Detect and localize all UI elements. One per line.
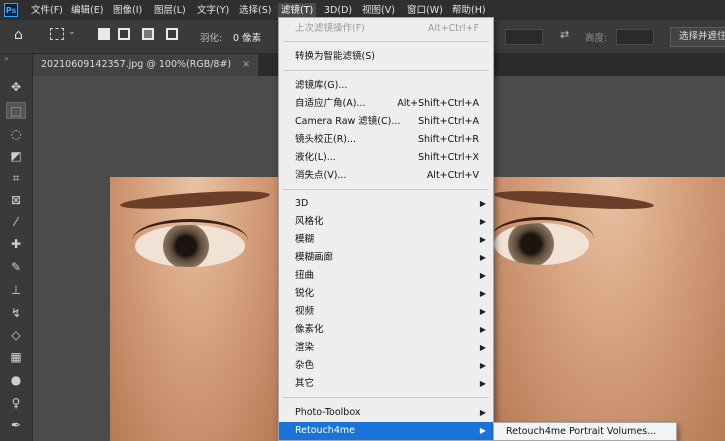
eyedropper-tool-icon[interactable]: ⁄ [6, 214, 26, 231]
submenu-arrow-icon: ▶ [479, 408, 486, 417]
menu-separator [283, 397, 489, 398]
menu-item-render[interactable]: 渲染 ▶ [279, 339, 493, 357]
quick-select-tool-icon[interactable]: ◩ [6, 148, 26, 165]
submenu-arrow-icon: ▶ [479, 199, 486, 208]
frame-tool-icon[interactable]: ⊠ [6, 192, 26, 209]
new-selection-icon[interactable] [98, 28, 110, 40]
menu-layer[interactable]: 图层(L) [151, 3, 189, 18]
close-tab-icon[interactable]: × [242, 59, 250, 70]
brush-tool-icon[interactable]: ✎ [6, 259, 26, 276]
menu-item-other[interactable]: 其它 ▶ [279, 375, 493, 393]
menu-separator [283, 41, 489, 42]
stamp-tool-icon[interactable]: ⊥ [6, 282, 26, 299]
history-brush-tool-icon[interactable]: ↯ [6, 305, 26, 322]
tools-panel: » ✥ ⬚ ◌ ◩ ⌗ ⊠ ⁄ ✚ ✎ ⊥ ↯ ◇ ▦ ● ♀ ✒ [0, 54, 33, 441]
menu-edit[interactable]: 编辑(E) [68, 3, 106, 18]
menu-item-blur-gallery[interactable]: 模糊画廊 ▶ [279, 249, 493, 267]
menu-window[interactable]: 窗口(W) [404, 3, 446, 18]
menu-item-last-filter[interactable]: 上次滤镜操作(F) Alt+Ctrl+F [279, 20, 493, 38]
chevron-down-icon[interactable]: ⌄ [68, 27, 76, 37]
pen-tool-icon[interactable]: ✒ [6, 417, 26, 434]
dodge-tool-icon[interactable]: ♀ [6, 395, 26, 412]
submenu-arrow-icon: ▶ [479, 325, 486, 334]
menu-item-blur[interactable]: 模糊 ▶ [279, 231, 493, 249]
menu-item-adaptive-wide-angle[interactable]: 自适应广角(A)... Alt+Shift+Ctrl+A [279, 95, 493, 113]
home-icon[interactable]: ⌂ [14, 27, 23, 43]
menu-item-lens-correction[interactable]: 镜头校正(R)... Shift+Ctrl+R [279, 131, 493, 149]
menu-item-stylize[interactable]: 风格化 ▶ [279, 213, 493, 231]
menu-select[interactable]: 选择(S) [236, 3, 274, 18]
menu-item-video[interactable]: 视频 ▶ [279, 303, 493, 321]
swap-icon[interactable]: ⇄ [560, 28, 569, 41]
menu-item-filter-gallery[interactable]: 滤镜库(G)... [279, 77, 493, 95]
submenu-arrow-icon: ▶ [479, 379, 486, 388]
menu-item-camera-raw-filter[interactable]: Camera Raw 滤镜(C)... Shift+Ctrl+A [279, 113, 493, 131]
menu-item-portrait-volumes[interactable]: Retouch4me Portrait Volumes... [506, 423, 656, 440]
feather-label: 羽化: [200, 33, 223, 44]
submenu-arrow-icon: ▶ [479, 289, 486, 298]
menu-item-distort[interactable]: 扭曲 ▶ [279, 267, 493, 285]
add-selection-icon[interactable] [118, 28, 130, 40]
photo-left-half [110, 177, 280, 441]
collapse-icon[interactable]: » [4, 54, 9, 63]
menu-filter[interactable]: 滤镜(T) [278, 3, 317, 18]
menu-item-liquify[interactable]: 液化(L)... Shift+Ctrl+X [279, 149, 493, 167]
submenu-arrow-icon: ▶ [479, 343, 486, 352]
intersect-selection-icon[interactable] [166, 28, 178, 40]
menu-item-3d[interactable]: 3D ▶ [279, 195, 493, 213]
height-label: 高度: [585, 33, 608, 44]
menu-item-photo-toolbox[interactable]: Photo-Toolbox ▶ [279, 404, 493, 422]
lasso-tool-icon[interactable]: ◌ [6, 126, 26, 143]
filter-menu: 上次滤镜操作(F) Alt+Ctrl+F 转换为智能滤镜(S) 滤镜库(G)..… [278, 17, 494, 441]
document-tab[interactable]: 20210609142357.jpg @ 100%(RGB/8#) × [33, 54, 259, 76]
select-and-mask-button[interactable]: 选择并遮住... [670, 27, 725, 47]
menu-item-pixelate[interactable]: 像素化 ▶ [279, 321, 493, 339]
menu-item-sharpen[interactable]: 锐化 ▶ [279, 285, 493, 303]
marquee-tool-icon[interactable]: ⬚ [6, 102, 26, 119]
feather-input[interactable]: 0 像素 [233, 30, 261, 44]
submenu-arrow-icon: ▶ [479, 426, 486, 435]
document-tab-title: 20210609142357.jpg @ 100%(RGB/8#) [41, 59, 232, 70]
menu-item-vanishing-point[interactable]: 消失点(V)... Alt+Ctrl+V [279, 167, 493, 185]
marquee-preset-icon[interactable] [50, 28, 64, 40]
subtract-selection-icon[interactable] [142, 28, 154, 40]
gradient-tool-icon[interactable]: ▦ [6, 349, 26, 366]
menu-item-retouch4me[interactable]: Retouch4me ▶ [279, 422, 493, 440]
retouch4me-submenu: Retouch4me Portrait Volumes... [493, 422, 677, 441]
menu-image[interactable]: 图像(I) [110, 3, 145, 18]
eraser-tool-icon[interactable]: ◇ [6, 327, 26, 344]
menu-3d[interactable]: 3D(D) [321, 3, 355, 18]
submenu-arrow-icon: ▶ [479, 271, 486, 280]
menu-help[interactable]: 帮助(H) [449, 3, 489, 18]
crop-tool-icon[interactable]: ⌗ [6, 170, 26, 187]
blur-tool-icon[interactable]: ● [6, 372, 26, 389]
menu-item-noise[interactable]: 杂色 ▶ [279, 357, 493, 375]
menu-file[interactable]: 文件(F) [28, 3, 66, 18]
submenu-arrow-icon: ▶ [479, 235, 486, 244]
submenu-arrow-icon: ▶ [479, 253, 486, 262]
photoshop-logo: Ps [4, 3, 18, 17]
menu-type[interactable]: 文字(Y) [194, 3, 232, 18]
healing-brush-tool-icon[interactable]: ✚ [6, 236, 26, 253]
photo-right-half [494, 177, 725, 441]
submenu-arrow-icon: ▶ [479, 361, 486, 370]
move-tool-icon[interactable]: ✥ [6, 79, 26, 96]
menu-item-convert-smart-filters[interactable]: 转换为智能滤镜(S) [279, 48, 493, 66]
width-field[interactable] [505, 29, 543, 45]
menu-view[interactable]: 视图(V) [359, 3, 398, 18]
height-field[interactable] [616, 29, 654, 45]
submenu-arrow-icon: ▶ [479, 307, 486, 316]
menu-separator [283, 189, 489, 190]
submenu-arrow-icon: ▶ [479, 217, 486, 226]
menu-separator [283, 70, 489, 71]
